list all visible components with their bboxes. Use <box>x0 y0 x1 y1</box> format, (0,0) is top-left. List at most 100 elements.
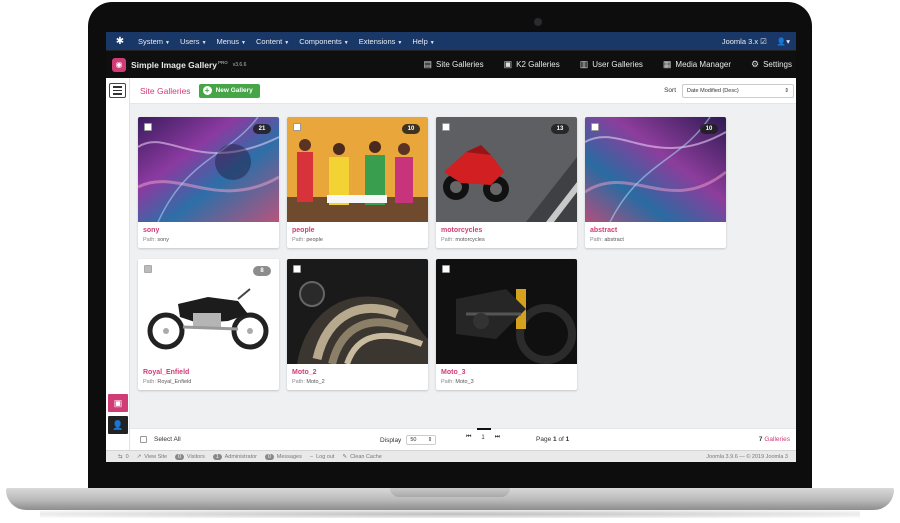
k2-galleries-link[interactable]: ▣ K2 Galleries <box>504 59 560 70</box>
gallery-name[interactable]: motorcycles <box>441 227 482 234</box>
gallery-card[interactable]: 10 abstract Path: abstract <box>585 117 726 248</box>
nav-menus[interactable]: Menus ▼ <box>217 37 246 46</box>
gallery-card[interactable]: Moto_2 Path: Moto_2 <box>287 259 428 390</box>
joomla-logo-icon[interactable]: ✱ <box>112 32 128 50</box>
image-count-badge: 21 <box>253 124 271 134</box>
nav-extensions[interactable]: Extensions ▼ <box>359 37 403 46</box>
camera-icon <box>534 18 542 26</box>
image-count-badge: 10 <box>700 124 718 134</box>
messages-status[interactable]: 0 Messages <box>265 453 302 460</box>
gallery-card[interactable]: 21 sony Path: sony <box>138 117 279 248</box>
administrator-status[interactable]: 1 Administrator <box>212 453 257 460</box>
select-all-checkbox[interactable] <box>140 436 147 443</box>
sidebar-users-button[interactable]: 👤 <box>108 416 128 434</box>
select-checkbox[interactable] <box>144 265 152 273</box>
caret-down-icon: ▼ <box>284 39 290 46</box>
sort-control: Sort Date Modified (Desc) ⇕ <box>664 83 796 98</box>
site-galleries-icon: ▤ <box>423 59 433 69</box>
sort-label: Sort <box>664 87 676 94</box>
toolbar-links: ▤ Site Galleries ▣ K2 Galleries ▥ User Gall… <box>424 59 796 70</box>
gallery-card[interactable]: 8 Royal_Enfield Path: Royal_Enfield <box>138 259 279 390</box>
version-info: Joomla 3.9.6 — © 2019 Joomla 3 <box>706 453 788 460</box>
user-galleries-link[interactable]: ▥ User Galleries <box>580 59 643 70</box>
select-checkbox[interactable] <box>591 123 599 131</box>
gallery-thumbnail[interactable] <box>287 259 428 364</box>
current-page-button[interactable]: 1 <box>476 427 493 441</box>
select-checkbox[interactable] <box>442 265 450 273</box>
view-site-link[interactable]: ↗ View Site <box>137 454 167 460</box>
gallery-name[interactable]: sony <box>143 227 159 234</box>
caret-down-icon: ▼ <box>429 39 435 46</box>
media-manager-link[interactable]: ▦ Media Manager <box>663 59 731 70</box>
clean-cache-link[interactable]: ✎ Clean Cache <box>342 454 381 460</box>
select-arrows-icon: ⇕ <box>427 437 433 443</box>
external-icon: ↗ <box>136 453 142 460</box>
nav-system[interactable]: System ▼ <box>138 37 170 46</box>
gallery-path: Path: abstract <box>590 237 624 243</box>
display-limit-select[interactable]: 50 ⇕ <box>406 435 437 445</box>
page-title: Site Galleries <box>140 85 191 96</box>
gallery-path: Path: Royal_Enfield <box>143 379 192 385</box>
nav-help[interactable]: Help ▼ <box>412 37 434 46</box>
user-icon: 👤 <box>112 419 124 430</box>
display-label: Display <box>380 436 402 444</box>
gallery-path: Path: Moto_2 <box>292 379 325 385</box>
user-icon[interactable]: 👤▾ <box>777 37 790 46</box>
gallery-path: Path: people <box>292 237 323 243</box>
menu-toggle-button[interactable] <box>109 83 126 98</box>
user-galleries-icon: ▥ <box>579 59 589 69</box>
site-link[interactable]: Joomla 3.x ☑ <box>722 37 767 46</box>
select-checkbox[interactable] <box>293 123 301 131</box>
select-arrows-icon: ⇕ <box>784 87 789 94</box>
visitors-status[interactable]: 0 Visitors <box>175 453 205 460</box>
site-galleries-link[interactable]: ▤ Site Galleries <box>424 59 484 70</box>
last-page-button[interactable]: ⏭ <box>495 434 500 441</box>
broom-icon: ✎ <box>342 453 348 460</box>
gallery-path: Path: motorcycles <box>441 237 485 243</box>
caret-down-icon: ▼ <box>241 39 246 46</box>
select-checkbox[interactable] <box>293 265 301 273</box>
status-bar: ⇆ 0 ↗ View Site 0 Visitors 1 Administrator 0… <box>106 450 796 462</box>
sort-select[interactable]: Date Modified (Desc) ⇕ <box>682 83 794 98</box>
select-checkbox[interactable] <box>144 123 152 131</box>
gallery-thumbnail[interactable] <box>436 259 577 364</box>
sidebar-galleries-button[interactable]: ▣ <box>108 394 128 412</box>
gallery-name[interactable]: Moto_2 <box>292 369 317 376</box>
gallery-name[interactable]: Moto_3 <box>441 369 466 376</box>
list-footer: Select All Display 50 ⇕ ⏮ 1 ⏭ Page 1 of 1… <box>130 427 796 450</box>
select-checkbox[interactable] <box>442 123 450 131</box>
gallery-name[interactable]: Royal_Enfield <box>143 369 189 376</box>
image-count-badge: 8 <box>253 266 271 276</box>
gallery-name[interactable]: people <box>292 227 315 234</box>
first-page-button[interactable]: ⏮ <box>466 434 471 441</box>
nav-components[interactable]: Components ▼ <box>299 37 348 46</box>
app-toolbar: ◉ Simple Image GalleryPRO v3.6.6 ▤ Site G… <box>106 50 796 78</box>
nav-content[interactable]: Content ▼ <box>256 37 289 46</box>
gallery-path: Path: Moto_3 <box>441 379 474 385</box>
new-gallery-button[interactable]: + New Gallery <box>198 83 260 98</box>
gallery-count: 7 Galleries <box>758 436 790 443</box>
nav-right: Joomla 3.x ☑ 👤▾ <box>722 37 796 46</box>
gallery-name[interactable]: abstract <box>590 227 617 234</box>
screen: ✱ System ▼ Users ▼ Menus ▼ Content ▼ Compone… <box>106 32 796 462</box>
k2-galleries-icon: ▣ <box>503 59 513 69</box>
minus-icon: − <box>309 453 314 460</box>
laptop-shadow <box>40 510 860 518</box>
settings-link[interactable]: ⚙ Settings <box>751 59 792 70</box>
gallery-card[interactable]: 13 motorcycles Path: motorcycles <box>436 117 577 248</box>
logout-link[interactable]: − Log out <box>310 454 335 460</box>
sidebar: ▣ 👤 <box>106 78 130 462</box>
app-edition: PRO <box>217 59 228 65</box>
status-toggle[interactable]: ⇆ 0 <box>118 454 129 460</box>
nav-users[interactable]: Users ▼ <box>180 37 207 46</box>
gallery-card[interactable]: 10 people Path: people <box>287 117 428 248</box>
display-control: Display 50 ⇕ <box>380 435 437 445</box>
image-icon: ▣ <box>113 397 123 408</box>
caret-down-icon: ▼ <box>201 39 207 46</box>
select-all-label[interactable]: Select All <box>154 436 181 443</box>
gallery-card[interactable]: Moto_3 Path: Moto_3 <box>436 259 577 390</box>
laptop-frame: ✱ System ▼ Users ▼ Menus ▼ Content ▼ Compone… <box>0 0 900 523</box>
media-manager-icon: ▦ <box>662 59 672 69</box>
image-count-badge: 13 <box>551 124 569 134</box>
gear-icon: ⚙ <box>751 59 760 69</box>
